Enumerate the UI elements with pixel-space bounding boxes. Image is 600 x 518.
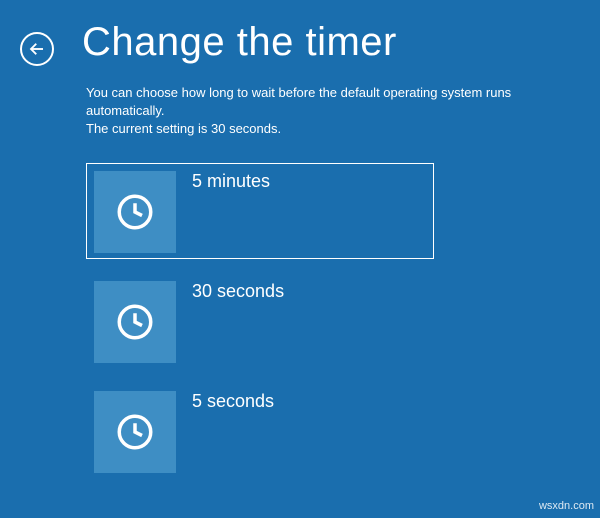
option-label: 30 seconds xyxy=(192,281,284,302)
option-30-seconds[interactable]: 30 seconds xyxy=(86,273,434,369)
option-tile xyxy=(94,281,176,363)
arrow-left-icon xyxy=(28,40,46,58)
option-label: 5 minutes xyxy=(192,171,270,192)
description-line1: You can choose how long to wait before t… xyxy=(86,85,511,118)
description-line2: The current setting is 30 seconds. xyxy=(86,121,281,136)
option-tile xyxy=(94,391,176,473)
option-tile xyxy=(94,171,176,253)
description: You can choose how long to wait before t… xyxy=(86,84,546,139)
clock-icon xyxy=(114,191,156,233)
clock-icon xyxy=(114,301,156,343)
watermark: wsxdn.com xyxy=(539,500,594,512)
option-5-minutes[interactable]: 5 minutes xyxy=(86,163,434,259)
timer-options: 5 minutes 30 seconds 5 seconds xyxy=(86,163,600,479)
clock-icon xyxy=(114,411,156,453)
back-button[interactable] xyxy=(20,32,54,66)
option-5-seconds[interactable]: 5 seconds xyxy=(86,383,434,479)
option-label: 5 seconds xyxy=(192,391,274,412)
page-title: Change the timer xyxy=(82,20,397,65)
